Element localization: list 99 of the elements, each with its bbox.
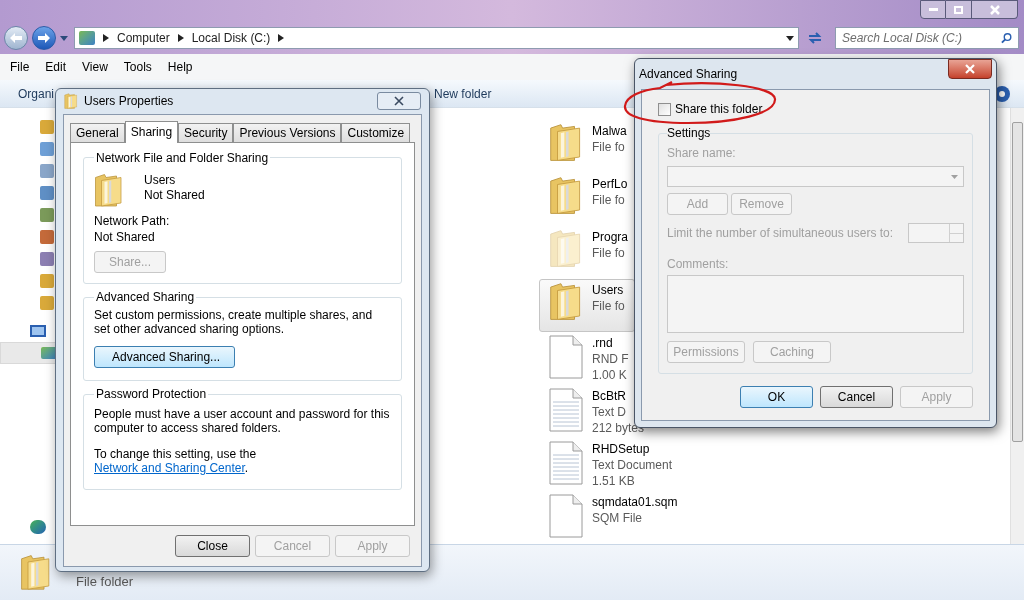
file-icon [549, 494, 583, 538]
group-label: Advanced Sharing [95, 289, 196, 307]
folder-icon [94, 172, 124, 208]
comments-label: Comments: [667, 256, 730, 273]
network-sharing-link[interactable]: Network and Sharing Center [94, 461, 245, 476]
tab[interactable]: Customize [341, 122, 411, 142]
dialog-button[interactable]: Cancel [820, 386, 893, 408]
file-info: 212 bytes [592, 420, 645, 436]
folder-icon [549, 229, 583, 269]
share-folder-checkbox[interactable]: Share this folder [658, 100, 973, 118]
chevron-right-icon [103, 34, 109, 42]
breadcrumb-item[interactable]: Computer [117, 29, 170, 47]
close-icon [965, 64, 975, 74]
scrollbar[interactable] [1010, 108, 1024, 544]
file-info: File fo [592, 192, 626, 208]
document-item[interactable]: BcBtR Text D 212 bytes [539, 385, 650, 438]
file-name: Progra [592, 229, 629, 245]
tab[interactable]: Sharing [124, 120, 179, 143]
advanced-sharing-button[interactable]: Advanced Sharing... [94, 346, 235, 369]
group-label: Settings [667, 125, 711, 142]
file-info: File fo [592, 298, 625, 314]
maximize-button[interactable] [946, 0, 972, 19]
forward-button[interactable] [32, 26, 56, 50]
title-folder-icon [64, 93, 78, 110]
text-document-icon [549, 441, 583, 485]
file-info: File fo [592, 245, 626, 261]
checkbox[interactable] [658, 102, 671, 116]
tab[interactable]: Security [178, 122, 234, 142]
share-name-label: Share name: [667, 145, 737, 162]
dialog-button[interactable]: OK [740, 386, 813, 408]
back-button[interactable] [4, 26, 28, 50]
file-name: PerfLo [592, 176, 628, 192]
close-button[interactable] [948, 59, 992, 79]
folder-icon [20, 554, 52, 591]
folder-name: Users [144, 172, 177, 188]
file-info: 1.51 KB [592, 473, 636, 489]
folder-icon [549, 123, 583, 163]
generic-file-item[interactable]: sqmdata01.sqm SQM File [539, 491, 683, 544]
group-label: Network File and Folder Sharing [95, 149, 270, 167]
toolbar-item[interactable]: New folder [434, 84, 492, 103]
tab[interactable]: Previous Versions [233, 122, 342, 142]
file-info: Text Document [592, 457, 673, 473]
file-info: 1.00 K [592, 367, 628, 383]
folder-item[interactable]: Users File fo [539, 279, 635, 332]
file-info: Text D [592, 404, 627, 420]
close-icon [394, 96, 404, 107]
dialog-button[interactable]: Close [175, 534, 250, 557]
file-name: BcBtR [592, 388, 627, 404]
menu-item[interactable]: Help [161, 58, 199, 76]
file-name: Malwa [592, 123, 627, 139]
file-name: RHDSetup [592, 441, 651, 457]
refresh-icon [807, 31, 823, 45]
folder-icon [549, 176, 583, 216]
close-icon [989, 4, 1000, 15]
dropdown-icon [951, 174, 958, 179]
text-document-icon [549, 388, 583, 432]
search-icon [1000, 32, 1012, 44]
file-info: SQM File [592, 510, 643, 526]
scrollbar-thumb[interactable] [1012, 122, 1023, 442]
address-bar[interactable]: Computer Local Disk (C:) [74, 27, 799, 49]
menu-item[interactable]: File [4, 58, 36, 76]
folder-item[interactable]: Progra File fo [539, 226, 635, 279]
network-path-value: Not Shared [94, 229, 156, 246]
file-icon [549, 335, 583, 379]
group-label: Password Protection [95, 386, 208, 404]
file-name: .rnd [592, 335, 614, 351]
dropdown-icon [60, 35, 68, 41]
breadcrumb-item[interactable]: Local Disk (C:) [191, 29, 271, 47]
chevron-right-icon [278, 34, 285, 42]
dialog-title: Users Properties [84, 93, 174, 111]
close-button[interactable] [972, 0, 1018, 19]
back-arrow-icon [10, 33, 22, 43]
forward-arrow-icon [38, 33, 50, 43]
network-path-label: Network Path: [94, 213, 171, 230]
generic-file-item[interactable]: .rnd RND F 1.00 K [539, 332, 635, 385]
chevron-right-icon [177, 34, 184, 42]
details-type: File folder [76, 572, 134, 591]
folder-icon [549, 282, 583, 322]
settings-link-sentence: To change this setting, use the Network and Sharing Center. [94, 447, 258, 476]
file-name: Users [592, 282, 625, 298]
menu-item[interactable]: Tools [117, 58, 158, 76]
file-info: RND F [592, 351, 629, 367]
advanced-sharing-description: Set custom permissions, create multiple shares, and set other advanced sharing options. [94, 307, 374, 337]
menu-item[interactable]: View [76, 58, 114, 76]
file-name: sqmdata01.sqm [592, 494, 678, 510]
folder-item[interactable]: PerfLo File fo [539, 173, 635, 226]
menu-item[interactable]: Edit [39, 58, 73, 76]
tab[interactable]: General [70, 122, 125, 142]
search-field[interactable]: Search Local Disk (C:) [835, 27, 1019, 49]
share-status: Not Shared [144, 187, 205, 203]
toolbar-item[interactable]: Organi [18, 84, 55, 103]
user-limit-label: Limit the number of simultaneous users to: [667, 225, 894, 242]
document-item[interactable]: RHDSetup Text Document 1.51 KB [539, 438, 678, 491]
folder-item[interactable]: Malwa File fo [539, 120, 635, 173]
minimize-button[interactable] [920, 0, 946, 19]
password-description: People must have a user account and password for this computer to access shared folders. [94, 406, 391, 436]
dropdown-icon [786, 35, 794, 41]
dialog-title: Advanced Sharing [639, 66, 738, 83]
file-info: File fo [592, 139, 626, 155]
